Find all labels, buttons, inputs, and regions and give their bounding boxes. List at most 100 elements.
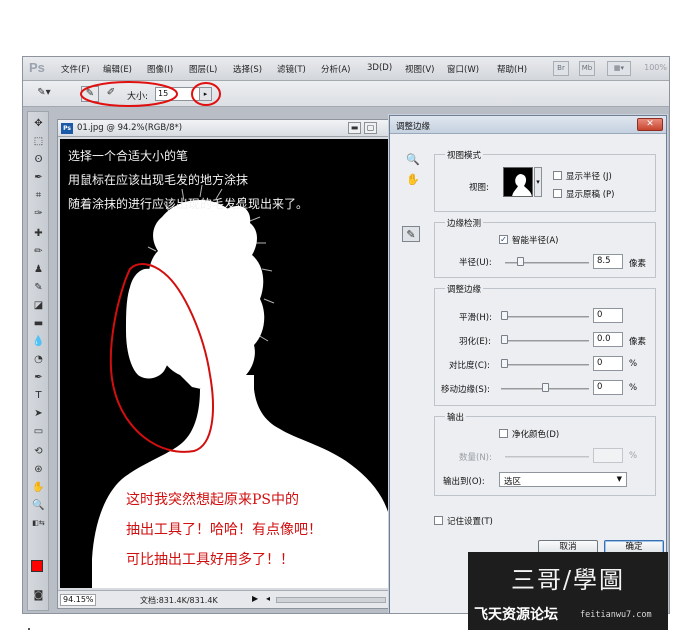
zoom-tool-icon[interactable]: 🔍 <box>30 498 47 513</box>
smooth-slider-knob[interactable] <box>501 311 508 320</box>
bridge-button[interactable]: Br <box>553 61 569 76</box>
status-bar: 94.15% 文档:831.4K/831.4K ▶ ◂ ▸ <box>58 590 402 608</box>
document-title: 01.jpg @ 94.2%(RGB/8*) <box>77 123 183 133</box>
adjust-edge-title: 调整边缘 <box>445 283 484 295</box>
menu-filter[interactable]: 滤镜(T) <box>277 63 306 75</box>
eyedropper-tool-icon[interactable]: ✑ <box>30 206 47 221</box>
edge-detection-group: 边缘检测 ✓ 智能半径(A) 半径(U): 8.5 像素 <box>434 217 656 278</box>
highlight-circle <box>80 81 221 107</box>
contrast-input[interactable]: 0 <box>593 356 623 371</box>
3d-orbit-tool-icon[interactable]: ⊛ <box>30 462 47 477</box>
view-thumbnail[interactable] <box>503 167 533 197</box>
decontaminate-checkbox[interactable] <box>499 429 508 438</box>
crop-tool-icon[interactable]: ⌗ <box>30 188 47 203</box>
status-doc-info: 文档:831.4K/831.4K <box>140 596 218 605</box>
menu-image[interactable]: 图像(I) <box>147 63 173 75</box>
quick-selection-tool-icon[interactable]: ✒ <box>30 170 47 185</box>
marquee-tool-icon[interactable]: ⬚ <box>30 134 47 149</box>
ps-doc-icon: Ps <box>61 123 73 134</box>
shift-edge-slider-knob[interactable] <box>542 383 549 392</box>
restore-button[interactable]: ▢ <box>364 122 377 134</box>
view-label: 视图: <box>469 183 489 193</box>
smooth-slider[interactable] <box>501 316 589 318</box>
watermark: 三哥/學圖 飞天资源论坛 feitianwu7.com <box>468 552 668 630</box>
menu-3d[interactable]: 3D(D) <box>367 63 392 73</box>
smart-radius-checkbox[interactable]: ✓ <box>499 235 508 244</box>
decontaminate-label: 净化颜色(D) <box>512 430 560 440</box>
adjust-edge-group: 调整边缘 平滑(H): 0 羽化(E): 0.0 像素 对比度(C): 0 % … <box>434 283 656 406</box>
horizontal-scrollbar[interactable] <box>276 597 386 603</box>
smooth-label: 平滑(H): <box>459 313 492 323</box>
shape-tool-icon[interactable]: ▭ <box>30 424 47 439</box>
dodge-tool-icon[interactable]: ◔ <box>30 352 47 367</box>
scroll-left-icon[interactable]: ◂ <box>266 594 270 603</box>
feather-label: 羽化(E): <box>459 337 491 347</box>
path-selection-tool-icon[interactable]: ➤ <box>30 406 47 421</box>
show-original-checkbox[interactable] <box>553 189 562 198</box>
show-radius-label: 显示半径 (J) <box>566 172 612 182</box>
smart-radius-label: 智能半径(A) <box>512 236 559 246</box>
move-tool-icon[interactable]: ✥ <box>30 116 47 131</box>
default-colors-icon[interactable]: ◧⇆ <box>30 516 47 531</box>
menu-edit[interactable]: 编辑(E) <box>103 63 132 75</box>
feather-slider[interactable] <box>501 340 589 342</box>
radius-unit: 像素 <box>629 259 647 269</box>
hand-tool-icon[interactable]: ✋ <box>30 480 47 495</box>
contrast-unit: % <box>629 359 638 369</box>
feather-input[interactable]: 0.0 <box>593 332 623 347</box>
menu-select[interactable]: 选择(S) <box>233 63 262 75</box>
3d-rotate-tool-icon[interactable]: ⟲ <box>30 444 47 459</box>
menu-file[interactable]: 文件(F) <box>61 63 90 75</box>
quick-mask-icon[interactable]: ◙ <box>30 588 47 603</box>
brush-tool-icon[interactable]: ✏ <box>30 244 47 259</box>
feather-slider-knob[interactable] <box>501 335 508 344</box>
gradient-tool-icon[interactable]: ▬ <box>30 316 47 331</box>
menu-analysis[interactable]: 分析(A) <box>321 63 350 75</box>
close-icon[interactable]: ✕ <box>637 118 663 131</box>
shift-edge-input[interactable]: 0 <box>593 380 623 395</box>
remember-settings-checkbox[interactable] <box>434 516 443 525</box>
contrast-slider[interactable] <box>501 364 589 366</box>
radius-slider-knob[interactable] <box>517 257 525 266</box>
corner-dot <box>28 628 30 630</box>
type-tool-icon[interactable]: T <box>30 388 47 403</box>
eraser-tool-icon[interactable]: ◪ <box>30 298 47 313</box>
brush-preset-icon[interactable]: ✎▾ <box>35 86 53 102</box>
photoshop-window: Ps 文件(F) 编辑(E) 图像(I) 图层(L) 选择(S) 滤镜(T) 分… <box>22 56 670 614</box>
contrast-slider-knob[interactable] <box>501 359 508 368</box>
smooth-input[interactable]: 0 <box>593 308 623 323</box>
history-brush-tool-icon[interactable]: ✎ <box>30 280 47 295</box>
lasso-tool-icon[interactable]: ʘ <box>30 152 47 167</box>
refine-radius-icon[interactable]: ✎ <box>402 226 420 242</box>
menu-view[interactable]: 视图(V) <box>405 63 434 75</box>
healing-brush-tool-icon[interactable]: ✚ <box>30 226 47 241</box>
radius-input[interactable]: 8.5 <box>593 254 623 269</box>
amount-input[interactable] <box>593 448 623 463</box>
screen-mode-icon[interactable]: ▦▾ <box>607 61 631 76</box>
chevron-down-icon: ▼ <box>616 475 622 483</box>
menu-layer[interactable]: 图层(L) <box>189 63 217 75</box>
clone-stamp-tool-icon[interactable]: ♟ <box>30 262 47 277</box>
status-zoom-field[interactable]: 94.15% <box>60 594 96 606</box>
view-mode-group: 视图模式 视图: ▾ 显示半径 (J) 显示原稿 (P) <box>434 149 656 212</box>
output-to-label: 输出到(O): <box>443 477 485 487</box>
view-dropdown-icon[interactable]: ▾ <box>534 167 542 197</box>
pen-tool-icon[interactable]: ✒ <box>30 370 47 385</box>
annotation-line-3: 可比抽出工具好用多了！！ <box>126 552 294 568</box>
output-to-value: 选区 <box>504 477 522 487</box>
feather-unit: 像素 <box>629 337 647 347</box>
status-arrow-icon[interactable]: ▶ <box>252 594 258 603</box>
minimize-button[interactable]: ▬ <box>348 122 361 134</box>
hand-icon[interactable]: ✋ <box>404 172 422 188</box>
show-radius-checkbox[interactable] <box>553 171 562 180</box>
menu-window[interactable]: 窗口(W) <box>447 63 479 75</box>
menu-help[interactable]: 帮助(H) <box>497 63 527 75</box>
zoom-icon[interactable]: 🔍 <box>404 152 422 168</box>
amount-slider[interactable] <box>505 456 589 458</box>
foreground-color-swatch[interactable] <box>31 560 43 572</box>
minibridge-button[interactable]: Mb <box>579 61 595 76</box>
zoom-readout: 100% <box>644 63 667 72</box>
blur-tool-icon[interactable]: 💧 <box>30 334 47 349</box>
output-to-select[interactable]: 选区 ▼ <box>499 472 627 487</box>
image-canvas[interactable]: 选择一个合适大小的笔 用鼠标在应该出现毛发的地方涂抹 随着涂抹的进行应该出现的毛… <box>60 139 390 588</box>
